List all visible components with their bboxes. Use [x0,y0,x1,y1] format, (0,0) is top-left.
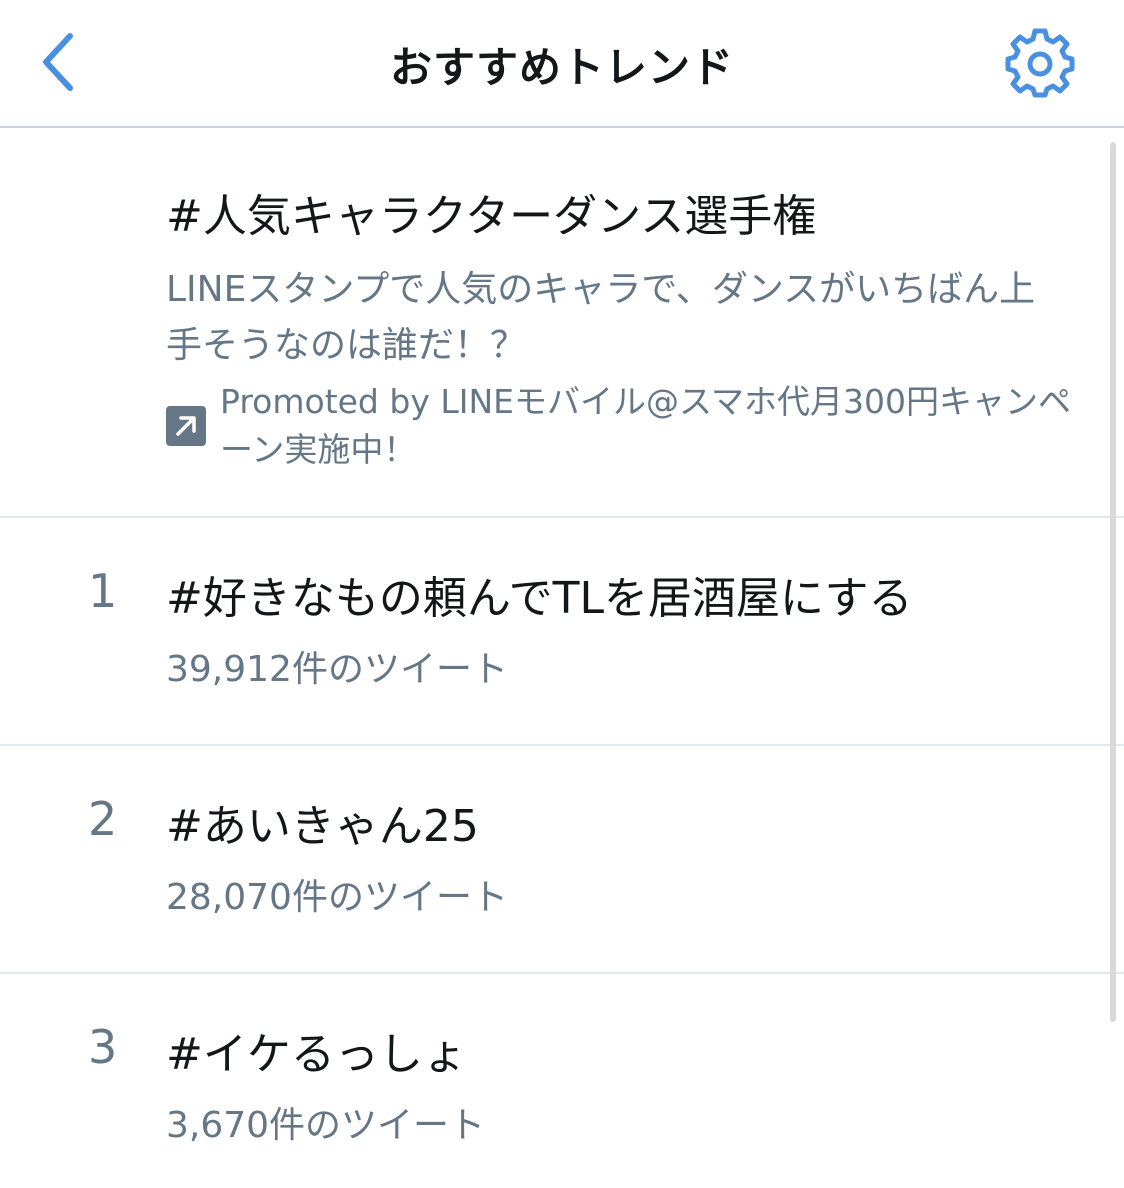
gear-icon [1005,28,1075,98]
trends-screen: おすすめトレンド #人気キャラクターダンス選手権 LINEスタンプで人気のキャラ… [0,0,1124,1188]
promoted-trend-description: LINEスタンプで人気のキャラで、ダンスがいちばん上手そうなのは誰だ！？ [166,269,1036,366]
trend-name: #イケるっしょ [166,1029,467,1080]
promoted-by-label: Promoted by LINEモバイル@スマホ代月300円キャンペーン実施中！ [220,382,1071,469]
trend-rank: 2 [88,792,118,846]
tweet-count: 28,070件のツイート [166,877,508,918]
navigation-bar: おすすめトレンド [0,0,1124,128]
scrollbar[interactable] [1110,142,1116,1022]
trend-name: #あいきゃん25 [166,801,479,852]
trend-item[interactable]: 3 #イケるっしょ 3,670件のツイート [0,974,1124,1188]
trend-rank: 3 [88,1020,118,1074]
promoted-arrow-icon [166,406,206,446]
trend-rank: 1 [88,564,118,618]
trend-item[interactable]: 2 #あいきゃん25 28,070件のツイート [0,746,1124,974]
promoted-trend[interactable]: #人気キャラクターダンス選手権 LINEスタンプで人気のキャラで、ダンスがいちば… [0,128,1124,518]
trend-item[interactable]: 1 #好きなもの頼んでTLを居酒屋にする 39,912件のツイート [0,518,1124,746]
trends-list: #人気キャラクターダンス選手権 LINEスタンプで人気のキャラで、ダンスがいちば… [0,128,1124,1188]
tweet-count: 3,670件のツイート [166,1105,486,1146]
promoted-trend-title: #人気キャラクターダンス選手権 [166,191,817,242]
page-title: おすすめトレンド [389,43,734,92]
settings-button[interactable] [1004,28,1076,100]
tweet-count: 39,912件のツイート [166,649,508,690]
trend-name: #好きなもの頼んでTLを居酒屋にする [166,573,913,624]
